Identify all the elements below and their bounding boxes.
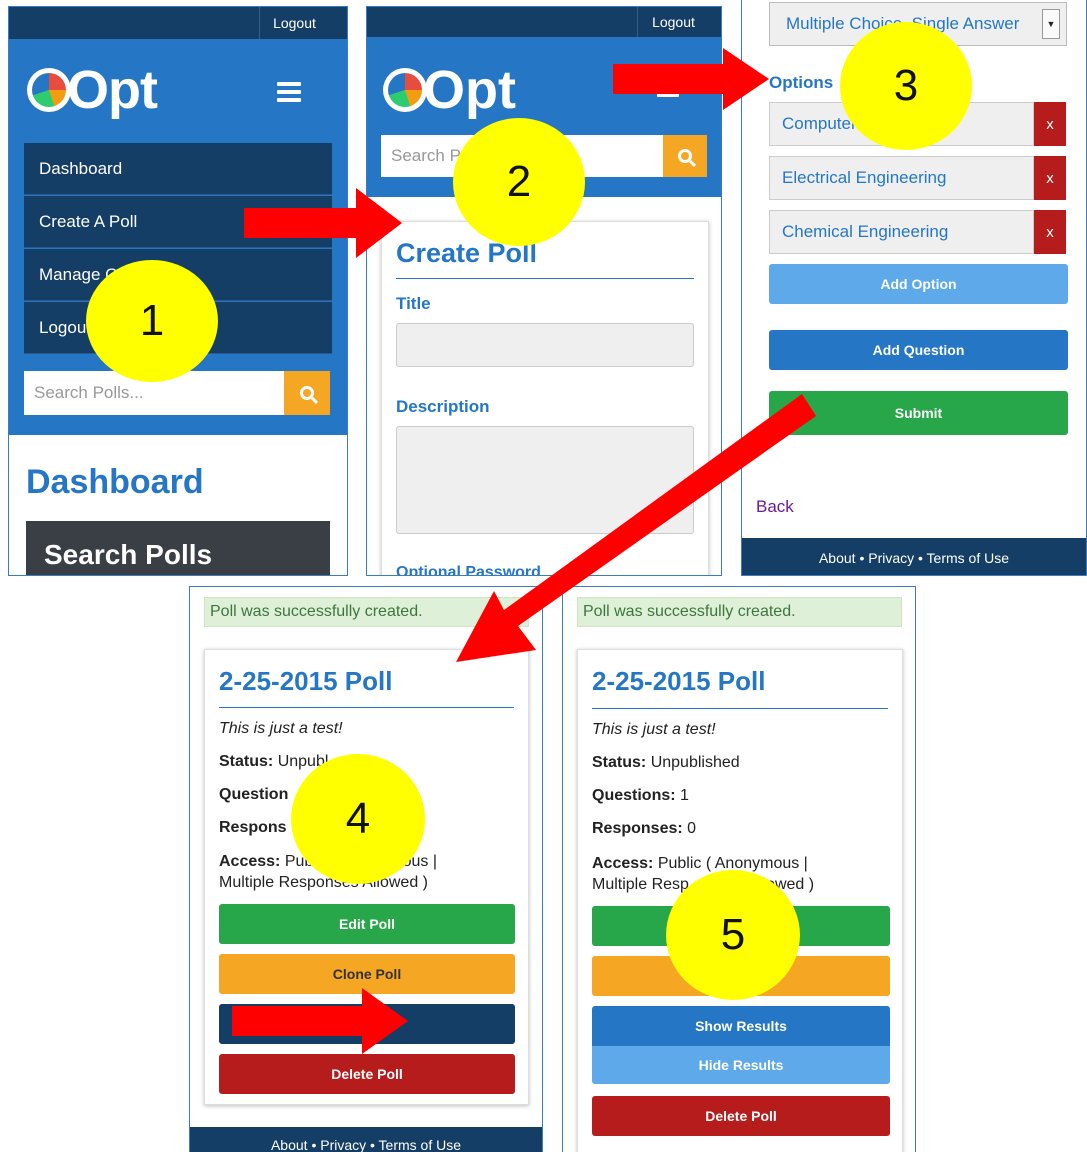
logo-pie-icon xyxy=(383,68,427,112)
options-label: Options xyxy=(769,73,834,92)
chevron-down-icon: ▼ xyxy=(1042,9,1060,39)
status-label: Status: xyxy=(219,753,274,770)
responses-line: Responses: 0 xyxy=(592,820,892,838)
step-marker-3: 3 xyxy=(840,22,972,150)
access-label: Access: xyxy=(592,855,654,872)
search-polls-heading: Search Polls xyxy=(44,539,213,570)
divider xyxy=(219,707,514,708)
search-icon xyxy=(300,386,314,400)
search-icon xyxy=(678,149,692,163)
poll-title: 2-25-2015 Poll xyxy=(219,666,393,696)
access-label: Access: xyxy=(219,853,281,870)
add-question-button[interactable]: Add Question xyxy=(769,330,1068,370)
status-value: Unpublished xyxy=(650,754,740,771)
status-line: Status: Unpublished xyxy=(592,754,892,772)
add-option-button[interactable]: Add Option xyxy=(769,264,1068,304)
step-marker-5: 5 xyxy=(666,870,800,1000)
search-button[interactable] xyxy=(663,135,707,177)
responses-value: 0 xyxy=(687,820,697,837)
top-bar: Logout xyxy=(367,7,721,37)
arrow-2-to-3 xyxy=(613,48,769,110)
screen-poll-results: Poll was successfully created. 2-25-2015… xyxy=(562,586,916,1152)
questions-label: Questions: xyxy=(592,787,676,804)
footer-links[interactable]: About • Privacy • Terms of Use xyxy=(190,1127,542,1152)
logo[interactable]: Opt xyxy=(383,59,516,121)
poll-description: This is just a test! xyxy=(219,720,343,737)
questions-line: Questions: 1 xyxy=(592,787,892,805)
responses-label: Responses: xyxy=(592,820,683,837)
delete-poll-button[interactable]: Delete Poll xyxy=(592,1096,890,1136)
option-input[interactable]: Chemical Engineering xyxy=(769,210,1034,254)
search-bar: Search Polls... xyxy=(24,371,330,415)
logo-text: Opt xyxy=(67,60,158,120)
logout-link[interactable]: Logout xyxy=(637,7,709,37)
remove-option-button[interactable]: x xyxy=(1034,156,1066,200)
title-label: Title xyxy=(396,294,431,313)
option-input[interactable]: Electrical Engineering xyxy=(769,156,1034,200)
divider xyxy=(396,278,694,279)
logo-text: Opt xyxy=(423,60,516,120)
arrow-1-to-2 xyxy=(244,188,402,258)
access-value: Multiple Responses Allowed ) xyxy=(219,874,428,891)
hide-results-button[interactable]: Hide Results xyxy=(592,1046,890,1084)
logout-link[interactable]: Logout xyxy=(259,7,329,39)
status-label: Status: xyxy=(592,754,647,771)
search-polls-box: Search Polls xyxy=(26,521,330,575)
step-marker-4: 4 xyxy=(291,754,425,884)
remove-option-button[interactable]: x xyxy=(1034,102,1066,146)
arrow-3-to-4 xyxy=(456,394,816,662)
logo[interactable]: Opt xyxy=(27,59,158,121)
remove-option-button[interactable]: x xyxy=(1034,210,1066,254)
questions-label: Question xyxy=(219,786,289,803)
responses-label: Respons xyxy=(219,819,287,836)
questions-value: 1 xyxy=(680,787,689,804)
menu-icon[interactable] xyxy=(277,82,301,102)
option-row: Electrical Engineering x xyxy=(769,156,1066,200)
delete-poll-button[interactable]: Delete Poll xyxy=(219,1054,515,1094)
option-row: Chemical Engineering x xyxy=(769,210,1066,254)
page-title: Dashboard xyxy=(26,463,204,501)
logo-pie-icon xyxy=(27,68,71,112)
step-marker-2: 2 xyxy=(453,118,585,246)
poll-description: This is just a test! xyxy=(592,721,716,738)
title-field[interactable] xyxy=(396,323,694,367)
search-button[interactable] xyxy=(284,371,330,415)
show-results-button[interactable]: Show Results xyxy=(592,1006,890,1046)
divider xyxy=(592,708,888,709)
access-value: Multiple Resp xyxy=(592,876,689,893)
edit-poll-button[interactable]: Edit Poll xyxy=(219,904,515,944)
top-bar: Logout xyxy=(9,7,347,39)
arrow-4-to-5 xyxy=(232,988,408,1054)
poll-title: 2-25-2015 Poll xyxy=(592,666,766,696)
step-marker-1: 1 xyxy=(86,260,218,382)
